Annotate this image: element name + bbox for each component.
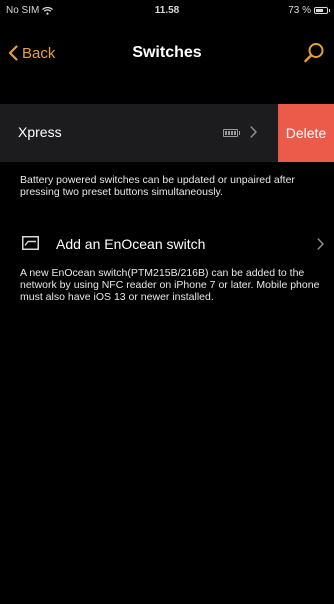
status-bar: No SIM 11.58 73 % [0, 0, 334, 20]
row-battery-icon [223, 129, 240, 137]
nav-bar: Back Switches [0, 20, 334, 86]
chevron-right-icon [250, 125, 257, 143]
search-button[interactable] [302, 41, 326, 65]
delete-button[interactable]: Delete [278, 104, 334, 162]
switch-icon [22, 236, 39, 250]
battery-icon [314, 7, 330, 14]
chevron-right-icon [317, 237, 324, 255]
battery-cell [231, 131, 233, 135]
battery-fill [316, 9, 324, 12]
page-title: Switches [132, 44, 202, 61]
battery-info-text: Battery powered switches can be updated … [20, 174, 295, 198]
status-time: 11.58 [154, 5, 180, 16]
status-right: 73 % [288, 5, 330, 16]
add-enocean-switch-row[interactable]: Add an EnOcean switch [0, 221, 334, 267]
enocean-info-text: A new EnOcean switch(PTM215B/216B) can b… [20, 267, 320, 303]
switch-row[interactable]: Xpress Delete [0, 104, 334, 162]
battery-cell [234, 131, 236, 135]
add-switch-label: Add an EnOcean switch [56, 236, 206, 252]
screen: No SIM 11.58 73 % Back Switches Xpress D… [0, 0, 334, 604]
battery-cell [225, 131, 227, 135]
battery-percent: 73 % [288, 5, 311, 16]
battery-cell [228, 131, 230, 135]
search-icon [302, 41, 326, 65]
switch-name: Xpress [18, 124, 62, 140]
